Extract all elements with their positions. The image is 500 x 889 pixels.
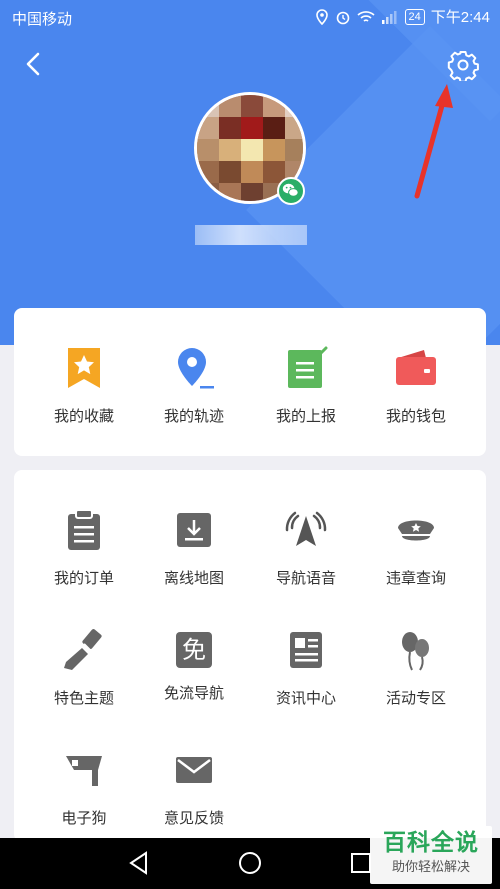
clipboard-icon [68, 509, 100, 550]
tool-label: 资讯中心 [275, 690, 336, 707]
watermark-subtitle: 助你轻松解决 [391, 859, 470, 874]
annotation-arrow-icon [414, 84, 453, 199]
status-bar: 中国移动 24 下午2:44 [0, 0, 500, 34]
report-note-icon [288, 346, 328, 388]
quick-action-favorites[interactable]: 我的收藏 [28, 346, 140, 426]
tool-label: 电子狗 [61, 810, 107, 827]
tool-themes[interactable]: 特色主题 [28, 628, 140, 708]
tool-label: 活动专区 [385, 690, 446, 707]
tool-label: 意见反馈 [163, 810, 224, 827]
speed-camera-icon [66, 756, 102, 786]
tool-speed-camera[interactable]: 电子狗 [28, 748, 140, 828]
tool-nav-voice[interactable]: 导航语音 [250, 508, 362, 588]
battery-indicator: 24 [404, 8, 425, 25]
tool-activities[interactable]: 活动专区 [360, 628, 472, 708]
alarm-status-icon [336, 11, 349, 24]
quick-action-report[interactable]: 我的上报 [250, 346, 362, 426]
location-pin-icon [178, 348, 214, 389]
gear-icon[interactable] [447, 49, 479, 81]
carrier-name: 中国移动 [12, 11, 73, 28]
wechat-glyph-icon [282, 183, 299, 197]
tool-feedback[interactable]: 意见反馈 [138, 748, 250, 828]
wallet-icon [396, 350, 436, 385]
tool-violations[interactable]: 违章查询 [360, 508, 472, 588]
quick-action-wallet[interactable]: 我的钱包 [360, 346, 472, 426]
news-icon [290, 632, 322, 668]
quick-actions-card: 我的收藏 我的轨迹 我的上报 我的钱包 [14, 308, 486, 456]
tool-label: 离线地图 [163, 570, 224, 587]
watermark-title: 百科全说 [383, 829, 479, 855]
quick-action-label: 我的上报 [275, 408, 336, 425]
tool-label: 违章查询 [385, 570, 446, 587]
wifi-status-icon [357, 10, 375, 22]
back-icon[interactable] [20, 50, 48, 78]
clock: 下午2:44 [430, 9, 490, 26]
download-map-icon [177, 513, 211, 547]
home-circle-icon[interactable] [237, 850, 263, 876]
back-triangle-icon[interactable] [126, 850, 152, 876]
quick-action-label: 我的轨迹 [163, 408, 224, 425]
wechat-icon [277, 177, 305, 205]
tool-label: 导航语音 [275, 570, 336, 587]
tool-orders[interactable]: 我的订单 [28, 508, 140, 588]
quick-action-label: 我的收藏 [53, 408, 114, 425]
location-status-icon [315, 8, 328, 25]
envelope-icon [176, 757, 212, 783]
tool-free-data-nav[interactable]: 免 免流导航 [138, 628, 250, 703]
tool-label: 免流导航 [163, 685, 224, 702]
voice-broadcast-icon [285, 511, 327, 546]
quick-action-label: 我的钱包 [385, 408, 446, 425]
police-cap-icon [398, 520, 434, 541]
watermark-logo: 百科全说 助你轻松解决 [370, 826, 492, 884]
signal-status-icon [381, 10, 397, 24]
balloons-icon [402, 632, 429, 671]
paint-brush-icon [64, 629, 102, 670]
tools-card: 我的订单 离线地图 导航语音 违章查询 特色主题 免 免流导航 资讯中心 活动专… [14, 470, 486, 842]
status-icons: 24 下午2:44 [315, 6, 490, 27]
tool-label: 我的订单 [53, 570, 114, 587]
tool-offline-map[interactable]: 离线地图 [138, 508, 250, 588]
free-data-icon: 免 [176, 632, 212, 668]
nickname-blurred [195, 225, 307, 245]
tool-label: 特色主题 [53, 690, 114, 707]
star-bookmark-icon [68, 348, 100, 388]
quick-action-track[interactable]: 我的轨迹 [138, 346, 250, 426]
tool-news[interactable]: 资讯中心 [250, 628, 362, 708]
